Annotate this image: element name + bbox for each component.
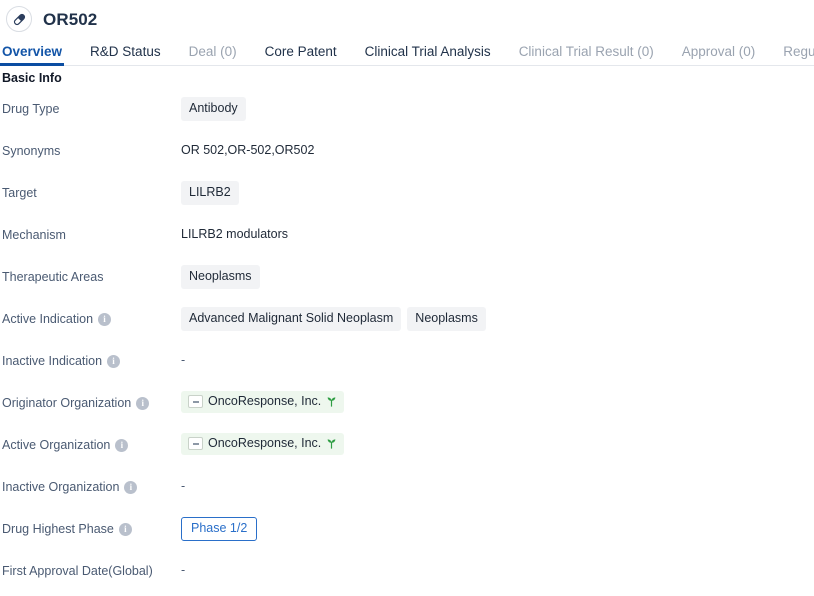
table-row: Drug Type Antibody [0, 92, 814, 134]
row-label: Mechanism [0, 218, 181, 243]
chip-therapeutic-area[interactable]: Neoplasms [181, 265, 260, 289]
section-title-basic-info: Basic Info [2, 71, 62, 85]
chip-active-organization[interactable]: OncoResponse, Inc. [181, 433, 345, 455]
row-value: - [181, 344, 814, 367]
info-icon[interactable]: i [98, 312, 112, 326]
table-row: Active Indication i Advanced Malignant S… [0, 302, 814, 344]
chip-drug-highest-phase[interactable]: Phase 1/2 [181, 517, 258, 541]
row-label-text: First Approval Date(Global) [2, 564, 153, 578]
row-value: OR 502,OR-502,OR502 [181, 134, 814, 157]
table-row: Originator Organization i OncoResponse, … [0, 386, 814, 428]
row-label: Inactive Indication i [0, 344, 181, 369]
row-label-text: Drug Highest Phase [2, 522, 114, 536]
info-icon[interactable]: i [124, 480, 138, 494]
row-label: First Approval Date(Global) [0, 554, 181, 579]
chip-active-indication[interactable]: Neoplasms [407, 307, 486, 331]
tab-deal[interactable]: Deal (0) [189, 44, 237, 66]
table-row: Active Organization i OncoResponse, Inc. [0, 428, 814, 470]
row-value: - [181, 554, 814, 577]
image-placeholder-icon [188, 395, 203, 409]
tab-rd-status[interactable]: R&D Status [90, 44, 161, 66]
row-label: Drug Type [0, 92, 181, 117]
table-row: Inactive Organization i - [0, 470, 814, 512]
synonyms-text: OR 502,OR-502,OR502 [181, 143, 315, 157]
page-title: OR502 [43, 9, 98, 29]
basic-info-table: Drug Type Antibody Synonyms OR 502,OR-50… [0, 92, 814, 596]
page-header: OR502 [0, 0, 814, 38]
row-value: LILRB2 [181, 176, 814, 205]
chip-drug-type[interactable]: Antibody [181, 97, 246, 121]
row-value: Phase 1/2 [181, 512, 814, 541]
capsule-icon [6, 6, 32, 32]
empty-value: - [181, 563, 186, 577]
row-value: Neoplasms [181, 260, 814, 289]
empty-value: - [181, 353, 186, 367]
row-label: Active Indication i [0, 302, 181, 327]
chip-target[interactable]: LILRB2 [181, 181, 239, 205]
tab-clinical-trial-result[interactable]: Clinical Trial Result (0) [519, 44, 654, 66]
row-value: OncoResponse, Inc. [181, 428, 814, 455]
row-label-text: Target [2, 186, 37, 200]
row-label-text: Active Organization [2, 438, 111, 452]
row-label-text: Originator Organization [2, 396, 132, 410]
info-icon[interactable]: i [118, 522, 132, 536]
table-row: Synonyms OR 502,OR-502,OR502 [0, 134, 814, 176]
mechanism-text: LILRB2 modulators [181, 227, 289, 241]
row-label-text: Drug Type [2, 102, 60, 116]
empty-value: - [181, 479, 186, 493]
organization-name: OncoResponse, Inc. [208, 436, 322, 450]
chip-active-indication[interactable]: Advanced Malignant Solid Neoplasm [181, 307, 402, 331]
info-icon[interactable]: i [115, 438, 129, 452]
row-label: Originator Organization i [0, 386, 181, 411]
row-value: OncoResponse, Inc. [181, 386, 814, 413]
table-row: Therapeutic Areas Neoplasms [0, 260, 814, 302]
organization-name: OncoResponse, Inc. [208, 394, 322, 408]
row-label: Target [0, 176, 181, 201]
row-label: Synonyms [0, 134, 181, 159]
row-label-text: Mechanism [2, 228, 66, 242]
sprout-icon [327, 397, 336, 407]
table-row: Inactive Indication i - [0, 344, 814, 386]
row-label: Active Organization i [0, 428, 181, 453]
sprout-icon [327, 439, 336, 449]
info-icon[interactable]: i [107, 354, 121, 368]
row-label: Drug Highest Phase i [0, 512, 181, 537]
row-label: Inactive Organization i [0, 470, 181, 495]
row-value: Antibody [181, 92, 814, 121]
info-icon[interactable]: i [136, 396, 150, 410]
row-value: - [181, 470, 814, 493]
table-row: Mechanism LILRB2 modulators [0, 218, 814, 260]
row-value: Advanced Malignant Solid Neoplasm Neopla… [181, 302, 814, 331]
chip-originator-organization[interactable]: OncoResponse, Inc. [181, 391, 345, 413]
row-label-text: Therapeutic Areas [2, 270, 104, 284]
row-label-text: Synonyms [2, 144, 61, 158]
tab-overview[interactable]: Overview [0, 44, 65, 66]
row-label-text: Inactive Organization [2, 480, 120, 494]
tab-clinical-trial-analysis[interactable]: Clinical Trial Analysis [365, 44, 491, 66]
image-placeholder-icon [188, 437, 203, 451]
table-row: Target LILRB2 [0, 176, 814, 218]
row-value: LILRB2 modulators [181, 218, 814, 241]
table-row: First Approval Date(Global) - [0, 554, 814, 596]
row-label-text: Inactive Indication [2, 354, 103, 368]
table-row: Drug Highest Phase i Phase 1/2 [0, 512, 814, 554]
tab-regulation[interactable]: Regulation (0) [783, 44, 814, 66]
row-label: Therapeutic Areas [0, 260, 181, 285]
tab-approval[interactable]: Approval (0) [682, 44, 756, 66]
tab-core-patent[interactable]: Core Patent [265, 44, 337, 66]
row-label-text: Active Indication [2, 312, 94, 326]
tab-bar: Overview R&D Status Deal (0) Core Patent… [0, 38, 814, 66]
